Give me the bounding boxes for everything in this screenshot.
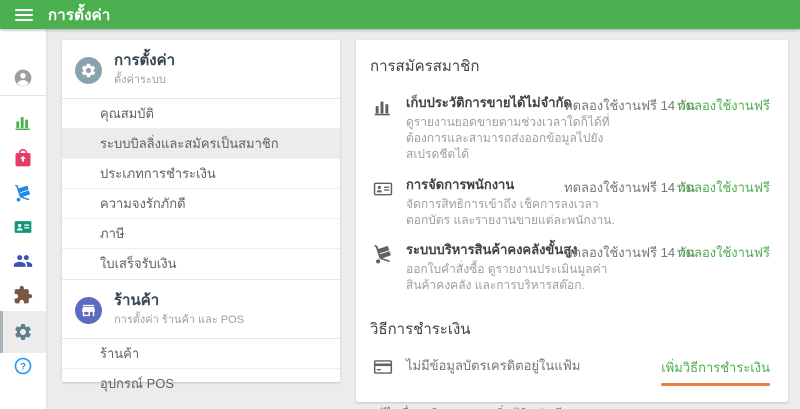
rail-item-employees[interactable] bbox=[0, 209, 46, 245]
trial-period-label: ทดลองใช้งานฟรี 14 วัน bbox=[564, 245, 695, 260]
trial-period-label: ทดลองใช้งานฟรี 14 วัน bbox=[564, 180, 695, 195]
store-circle bbox=[75, 296, 102, 324]
people-icon bbox=[13, 255, 33, 267]
bar-chart-icon bbox=[15, 117, 30, 130]
menu-item-loyalty[interactable]: ความจงรักภักดี bbox=[62, 189, 340, 219]
subscription-description: ดูรายงานยอดขายตามช่วงเวลาใดก็ได้ที่​ต้อง… bbox=[406, 115, 610, 161]
menu-item-receipts[interactable]: ใบเสร็จรับเงิน bbox=[62, 249, 340, 279]
subscription-description: จัดการสิทธิการเข้าถึง เช็คการลงเวลา​ตอกบ… bbox=[406, 197, 615, 227]
billing-details-row: แก้ไขชื่อธุรกิจของคุณ เพิ่มผู้ติดต่อเรีย… bbox=[370, 405, 772, 409]
menu-item-pos-devices[interactable]: อุปกรณ์ POS bbox=[62, 369, 340, 399]
page-title: การตั้งค่า bbox=[48, 6, 111, 24]
subscription-row-sales-history: เก็บประวัติการขายได้ไม่จำกัด ดูรายงานยอด… bbox=[370, 95, 772, 163]
store-section-header: ร้านค้า การตั้งค่า ร้านค้า และ POS bbox=[62, 280, 340, 338]
rail-item-customers[interactable] bbox=[0, 243, 46, 279]
svg-text:?: ? bbox=[20, 362, 26, 373]
menu-item-features[interactable]: คุณสมบัติ bbox=[62, 99, 340, 129]
nav-rail: ? bbox=[0, 29, 46, 409]
rail-item-items[interactable] bbox=[0, 140, 46, 176]
rail-item-help[interactable]: ? bbox=[0, 348, 46, 384]
settings-menu-card: การตั้งค่า ตั้งค่าระบบ คุณสมบัติ ระบบบิล… bbox=[62, 40, 340, 391]
store-menu-list: ร้านค้า อุปกรณ์ POS bbox=[62, 338, 340, 399]
store-section: ร้านค้า การตั้งค่า ร้านค้า และ POS ร้านค… bbox=[62, 279, 340, 399]
billing-content-card: การสมัครสมาชิก เก็บประวัติการขายได้ไม่จำ… bbox=[356, 40, 788, 409]
subscriptions-heading: การสมัครสมาชิก bbox=[370, 58, 480, 75]
settings-section-header: การตั้งค่า ตั้งค่าระบบ bbox=[62, 40, 340, 98]
payment-method-row: ไม่มีข้อมูลบัตรเครดิตอยู่ในแฟ้ม เพิ่มวิธ… bbox=[370, 356, 772, 386]
billing-note: แก้ไขชื่อธุรกิจของคุณ เพิ่มผู้ติดต่อเรีย… bbox=[370, 405, 586, 409]
store-section-subtitle: การตั้งค่า ร้านค้า และ POS bbox=[114, 314, 245, 326]
settings-circle bbox=[75, 56, 102, 84]
shopping-bag-icon bbox=[15, 148, 31, 167]
subscription-description: ออกใบคำสั่งซื้อ ดูรายงานประเมินมูลค่า​สิ… bbox=[406, 262, 608, 292]
add-payment-method-link[interactable]: เพิ่มวิธีการชำระเงิน bbox=[661, 360, 770, 375]
trial-period-label: ทดลองใช้งานฟรี 14 วัน bbox=[564, 98, 695, 113]
settings-menu-list: คุณสมบัติ ระบบบิลลิ่งและสมัครเป็นสมาชิก … bbox=[62, 98, 340, 279]
subscription-row-employee-management: การจัดการพนักงาน จัดการสิทธิการเข้าถึง เ… bbox=[370, 177, 772, 228]
rail-divider bbox=[0, 95, 46, 96]
free-trial-link[interactable]: ทดลองใช้งานฟรี bbox=[677, 242, 770, 263]
bar-chart-icon bbox=[372, 96, 394, 118]
orange-highlight-underline bbox=[661, 383, 770, 386]
gear-icon bbox=[15, 324, 31, 340]
id-badge-icon bbox=[372, 178, 394, 200]
hand-truck-icon bbox=[15, 184, 31, 202]
avatar-icon bbox=[14, 69, 32, 87]
rail-item-settings[interactable] bbox=[0, 311, 46, 353]
help-icon: ? bbox=[14, 357, 32, 375]
menu-item-billing-subscriptions[interactable]: ระบบบิลลิ่งและสมัครเป็นสมาชิก bbox=[62, 129, 340, 159]
app-bar: การตั้งค่า bbox=[0, 0, 800, 29]
subscription-row-advanced-inventory: ระบบบริหารสินค้าคงคลังขั้นสูง ออกใบคำสั่… bbox=[370, 242, 772, 293]
settings-section-subtitle: ตั้งค่าระบบ bbox=[114, 74, 166, 86]
settings-section-title: การตั้งค่า bbox=[114, 52, 176, 69]
credit-card-icon bbox=[372, 356, 394, 383]
rail-item-inventory[interactable] bbox=[0, 175, 46, 211]
gear-icon bbox=[81, 63, 96, 77]
hamburger-menu-icon[interactable] bbox=[15, 8, 33, 21]
menu-item-stores[interactable]: ร้านค้า bbox=[62, 339, 340, 369]
rail-item-account[interactable] bbox=[0, 60, 46, 96]
rail-item-reports[interactable] bbox=[0, 105, 46, 141]
puzzle-icon bbox=[14, 285, 33, 304]
store-section-title: ร้านค้า bbox=[114, 292, 160, 309]
hand-truck-icon bbox=[372, 243, 394, 265]
settings-screen: การตั้งค่า ? การตั้งค่า ตั้งค่าระบบ คุณส… bbox=[0, 0, 800, 409]
menu-item-payment-types[interactable]: ประเภทการชำระเงิน bbox=[62, 159, 340, 189]
id-badge-icon bbox=[14, 221, 32, 233]
rail-item-apps[interactable] bbox=[0, 277, 46, 313]
menu-item-taxes[interactable]: ภาษี bbox=[62, 219, 340, 249]
store-icon bbox=[82, 304, 95, 316]
payment-method-heading: วิธีการชำระเงิน bbox=[370, 321, 471, 338]
free-trial-link[interactable]: ทดลองใช้งานฟรี bbox=[677, 177, 770, 198]
free-trial-link[interactable]: ทดลองใช้งานฟรี bbox=[677, 95, 770, 116]
